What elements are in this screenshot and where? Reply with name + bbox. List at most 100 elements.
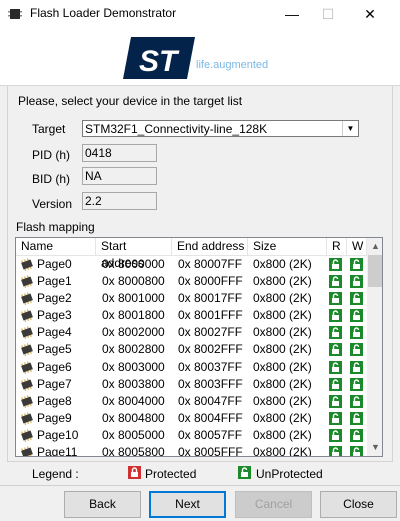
page-size: 0x800 (2K) xyxy=(253,427,312,442)
cancel-button[interactable]: Cancel xyxy=(235,491,312,518)
read-lock-icon[interactable] xyxy=(329,275,342,289)
column-header-end-address[interactable]: End address xyxy=(172,238,248,256)
back-button[interactable]: Back xyxy=(64,491,141,518)
end-address: 0x 80037FF xyxy=(178,359,243,374)
read-lock-icon[interactable] xyxy=(329,292,342,306)
end-address: 0x 80057FF xyxy=(178,427,243,442)
maximize-button[interactable]: ☐ xyxy=(310,0,346,28)
window-title: Flash Loader Demonstrator xyxy=(30,6,177,20)
chevron-down-icon[interactable]: ▼ xyxy=(342,121,358,136)
start-address: 0x 8003800 xyxy=(102,376,165,391)
column-header-write[interactable]: W xyxy=(347,238,367,256)
column-header-size[interactable]: Size xyxy=(248,238,327,256)
page-size: 0x800 (2K) xyxy=(253,274,312,289)
start-address: 0x 8000000 xyxy=(102,257,165,271)
table-row[interactable]: Page5 0x 8002800 0x 8002FFF 0x800 (2K) xyxy=(16,341,367,358)
end-address: 0x 8003FFF xyxy=(178,376,243,391)
write-lock-icon[interactable] xyxy=(350,394,363,408)
write-lock-icon[interactable] xyxy=(350,292,363,306)
cancel-button-label: Cancel xyxy=(254,497,293,511)
end-address: 0x 8004FFF xyxy=(178,410,243,425)
target-label: Target xyxy=(32,122,66,136)
table-row[interactable]: Page1 0x 8000800 0x 8000FFF 0x800 (2K) xyxy=(16,273,367,290)
table-row[interactable]: Page3 0x 8001800 0x 8001FFF 0x800 (2K) xyxy=(16,307,367,324)
memory-chip-icon xyxy=(21,429,33,442)
legend-label: Legend : xyxy=(32,467,79,481)
close-window-button[interactable]: ✕ xyxy=(352,0,388,28)
end-address: 0x 8000FFF xyxy=(178,274,243,289)
read-lock-icon[interactable] xyxy=(329,258,342,271)
column-header-name[interactable]: Name xyxy=(16,238,96,256)
pid-label: PID (h) xyxy=(32,148,71,162)
page-name: Page3 xyxy=(37,308,72,323)
read-lock-icon[interactable] xyxy=(329,377,342,391)
read-lock-icon[interactable] xyxy=(329,326,342,340)
read-lock-icon[interactable] xyxy=(329,309,342,323)
read-lock-icon[interactable] xyxy=(329,360,342,374)
tagline: life.augmented xyxy=(196,59,269,71)
write-lock-icon[interactable] xyxy=(350,360,363,374)
list-header: Name Start address End address Size R W xyxy=(16,238,367,270)
table-row[interactable]: Page9 0x 8004800 0x 8004FFF 0x800 (2K) xyxy=(16,410,367,427)
memory-chip-icon xyxy=(21,326,33,340)
minimize-button[interactable]: — xyxy=(274,0,310,28)
memory-chip-icon xyxy=(21,412,33,425)
version-field: 2.2 xyxy=(82,192,157,210)
table-row[interactable]: Page4 0x 8002000 0x 80027FF 0x800 (2K) xyxy=(16,324,367,341)
table-row[interactable]: Page7 0x 8003800 0x 8003FFF 0x800 (2K) xyxy=(16,376,367,393)
start-address: 0x 8001800 xyxy=(102,308,165,323)
table-row[interactable]: Page11 0x 8005800 0x 8005FFF 0x800 (2K) xyxy=(16,444,367,457)
scroll-down-icon[interactable]: ▼ xyxy=(367,439,382,456)
table-row[interactable]: Page10 0x 8005000 0x 80057FF 0x800 (2K) xyxy=(16,427,367,444)
page-size: 0x800 (2K) xyxy=(253,393,312,408)
table-row[interactable]: Page2 0x 8001000 0x 80017FF 0x800 (2K) xyxy=(16,290,367,307)
write-lock-icon[interactable] xyxy=(350,428,363,442)
page-size: 0x800 (2K) xyxy=(253,359,312,374)
memory-chip-icon xyxy=(21,377,33,391)
write-lock-icon[interactable] xyxy=(350,377,363,391)
write-lock-icon[interactable] xyxy=(350,446,363,457)
memory-chip-icon xyxy=(21,343,33,357)
read-lock-icon[interactable] xyxy=(329,446,342,457)
page-name: Page10 xyxy=(37,427,79,442)
page-name: Page7 xyxy=(37,376,72,391)
start-address: 0x 8005000 xyxy=(102,427,165,442)
table-row[interactable]: Page0 0x 8000000 0x 80007FF 0x800 (2K) xyxy=(16,256,367,273)
write-lock-icon[interactable] xyxy=(350,411,363,425)
table-row[interactable]: Page8 0x 8004000 0x 80047FF 0x800 (2K) xyxy=(16,393,367,410)
bid-field: NA xyxy=(82,167,157,185)
scroll-thumb[interactable] xyxy=(368,255,382,287)
target-select[interactable]: STM32F1_Connectivity-line_128K ▼ xyxy=(82,120,359,137)
write-lock-icon[interactable] xyxy=(350,309,363,323)
end-address: 0x 8002FFF xyxy=(178,342,243,357)
app-chip-icon xyxy=(8,9,22,19)
column-header-read[interactable]: R xyxy=(327,238,347,256)
next-button[interactable]: Next xyxy=(149,491,226,518)
write-lock-icon[interactable] xyxy=(350,343,363,357)
close-button[interactable]: Close xyxy=(320,491,397,518)
page-size: 0x800 (2K) xyxy=(253,308,312,323)
legend-unprotected-text: UnProtected xyxy=(256,467,323,481)
unprotected-lock-icon xyxy=(238,466,251,479)
end-address: 0x 80007FF xyxy=(178,257,243,271)
write-lock-icon[interactable] xyxy=(350,258,363,271)
instruction-text: Please, select your device in the target… xyxy=(18,94,243,108)
read-lock-icon[interactable] xyxy=(329,428,342,442)
page-name: Page8 xyxy=(37,393,72,408)
write-lock-icon[interactable] xyxy=(350,326,363,340)
column-header-start-address[interactable]: Start address xyxy=(96,238,172,270)
flash-mapping-list[interactable]: Name Start address End address Size R W … xyxy=(15,237,383,457)
memory-chip-icon xyxy=(21,258,33,271)
footer-divider xyxy=(0,485,400,486)
end-address: 0x 80047FF xyxy=(178,393,243,408)
read-lock-icon[interactable] xyxy=(329,394,342,408)
vertical-scrollbar[interactable]: ▲ ▼ xyxy=(367,238,382,456)
page-size: 0x800 (2K) xyxy=(253,342,312,357)
start-address: 0x 8000800 xyxy=(102,274,165,289)
write-lock-icon[interactable] xyxy=(350,275,363,289)
read-lock-icon[interactable] xyxy=(329,411,342,425)
read-lock-icon[interactable] xyxy=(329,343,342,357)
table-row[interactable]: Page6 0x 8003000 0x 80037FF 0x800 (2K) xyxy=(16,359,367,376)
page-name: Page6 xyxy=(37,359,72,374)
scroll-up-icon[interactable]: ▲ xyxy=(367,238,382,255)
